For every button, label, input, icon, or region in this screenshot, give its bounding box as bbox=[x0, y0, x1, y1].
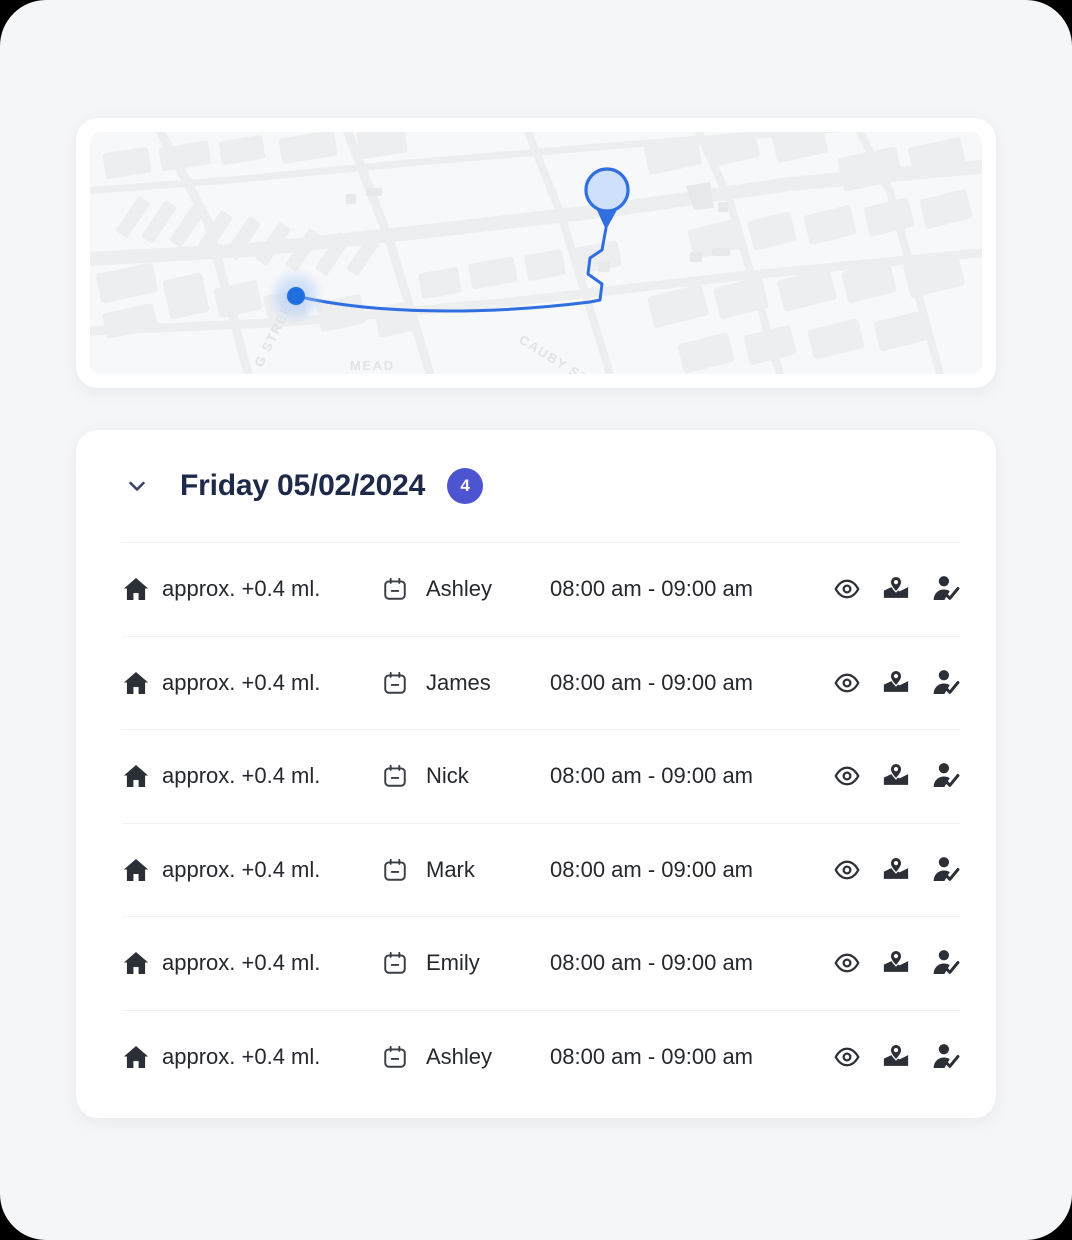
row-actions bbox=[834, 949, 960, 977]
calendar-icon bbox=[382, 950, 426, 976]
home-icon bbox=[122, 1043, 162, 1071]
schedule-card: Friday 05/02/2024 4 approx. +0.4 ml. Ash… bbox=[76, 430, 996, 1118]
home-icon bbox=[122, 949, 162, 977]
row-time: 08:00 am - 09:00 am bbox=[550, 669, 754, 695]
home-icon bbox=[122, 575, 162, 603]
route-map[interactable]: G STREET MEAD CAUBY ST bbox=[90, 132, 982, 374]
schedule-rows: approx. +0.4 ml. Ashley 08:00 am - 09:00… bbox=[76, 542, 996, 1103]
home-icon bbox=[122, 669, 162, 697]
calendar-icon bbox=[382, 1044, 426, 1070]
row-actions bbox=[834, 1043, 960, 1071]
person-check-icon[interactable] bbox=[932, 762, 960, 790]
row-name: Emily bbox=[426, 950, 480, 976]
row-distance: approx. +0.4 ml. bbox=[162, 856, 321, 882]
row-actions bbox=[834, 856, 960, 884]
row-time: 08:00 am - 09:00 am bbox=[550, 950, 754, 976]
table-row[interactable]: approx. +0.4 ml. Ashley 08:00 am - 09:00… bbox=[122, 542, 960, 636]
row-actions bbox=[834, 669, 960, 697]
schedule-header: Friday 05/02/2024 4 bbox=[76, 430, 996, 542]
table-row[interactable]: approx. +0.4 ml. Emily 08:00 am - 09:00 … bbox=[122, 916, 960, 1010]
row-name: James bbox=[426, 669, 491, 695]
table-row[interactable]: approx. +0.4 ml. Ashley 08:00 am - 09:00… bbox=[122, 1009, 960, 1104]
eye-icon[interactable] bbox=[834, 763, 860, 789]
row-time: 08:00 am - 09:00 am bbox=[550, 1043, 754, 1069]
row-distance: approx. +0.4 ml. bbox=[162, 763, 321, 789]
street-label-mead: MEAD bbox=[350, 358, 395, 373]
map-pin-icon[interactable] bbox=[882, 856, 910, 884]
eye-icon[interactable] bbox=[834, 670, 860, 696]
row-name: Ashley bbox=[426, 1043, 493, 1069]
eye-icon[interactable] bbox=[834, 950, 860, 976]
row-distance: approx. +0.4 ml. bbox=[162, 576, 321, 602]
map-pin-icon[interactable] bbox=[882, 949, 910, 977]
row-actions bbox=[834, 762, 960, 790]
map-card: G STREET MEAD CAUBY ST bbox=[76, 118, 996, 388]
calendar-icon bbox=[382, 670, 426, 696]
status-badge: 4 bbox=[447, 468, 484, 504]
calendar-icon bbox=[382, 576, 426, 602]
page-title: Friday 05/02/2024 bbox=[180, 469, 426, 502]
calendar-icon bbox=[382, 763, 426, 789]
table-row[interactable]: approx. +0.4 ml. Mark 08:00 am - 09:00 a… bbox=[122, 822, 960, 917]
row-distance: approx. +0.4 ml. bbox=[162, 1043, 321, 1069]
chevron-down-icon[interactable] bbox=[122, 471, 152, 501]
row-name: Ashley bbox=[426, 576, 493, 602]
home-icon bbox=[122, 856, 162, 884]
calendar-icon bbox=[382, 857, 426, 883]
table-row[interactable]: approx. +0.4 ml. James 08:00 am - 09:00 … bbox=[122, 635, 960, 730]
map-pin-icon[interactable] bbox=[882, 1043, 910, 1071]
row-distance: approx. +0.4 ml. bbox=[162, 669, 321, 695]
row-distance: approx. +0.4 ml. bbox=[162, 950, 321, 976]
row-name: Mark bbox=[426, 856, 475, 882]
person-check-icon[interactable] bbox=[932, 856, 960, 884]
row-time: 08:00 am - 09:00 am bbox=[550, 763, 754, 789]
person-check-icon[interactable] bbox=[932, 1043, 960, 1071]
person-check-icon[interactable] bbox=[932, 575, 960, 603]
row-time: 08:00 am - 09:00 am bbox=[550, 856, 754, 882]
map-pin-icon[interactable] bbox=[882, 575, 910, 603]
map-pin-icon[interactable] bbox=[882, 669, 910, 697]
eye-icon[interactable] bbox=[834, 857, 860, 883]
eye-icon[interactable] bbox=[834, 576, 860, 602]
row-time: 08:00 am - 09:00 am bbox=[550, 576, 754, 602]
origin-dot[interactable] bbox=[287, 287, 305, 305]
row-actions bbox=[834, 575, 960, 603]
map-pin-icon[interactable] bbox=[882, 762, 910, 790]
home-icon bbox=[122, 762, 162, 790]
table-row[interactable]: approx. +0.4 ml. Nick 08:00 am - 09:00 a… bbox=[122, 729, 960, 823]
row-name: Nick bbox=[426, 763, 469, 789]
app-page: G STREET MEAD CAUBY ST Friday 05/02/2024… bbox=[0, 0, 1072, 1240]
map-canvas: G STREET MEAD CAUBY ST bbox=[90, 132, 982, 374]
person-check-icon[interactable] bbox=[932, 669, 960, 697]
person-check-icon[interactable] bbox=[932, 949, 960, 977]
eye-icon[interactable] bbox=[834, 1044, 860, 1070]
